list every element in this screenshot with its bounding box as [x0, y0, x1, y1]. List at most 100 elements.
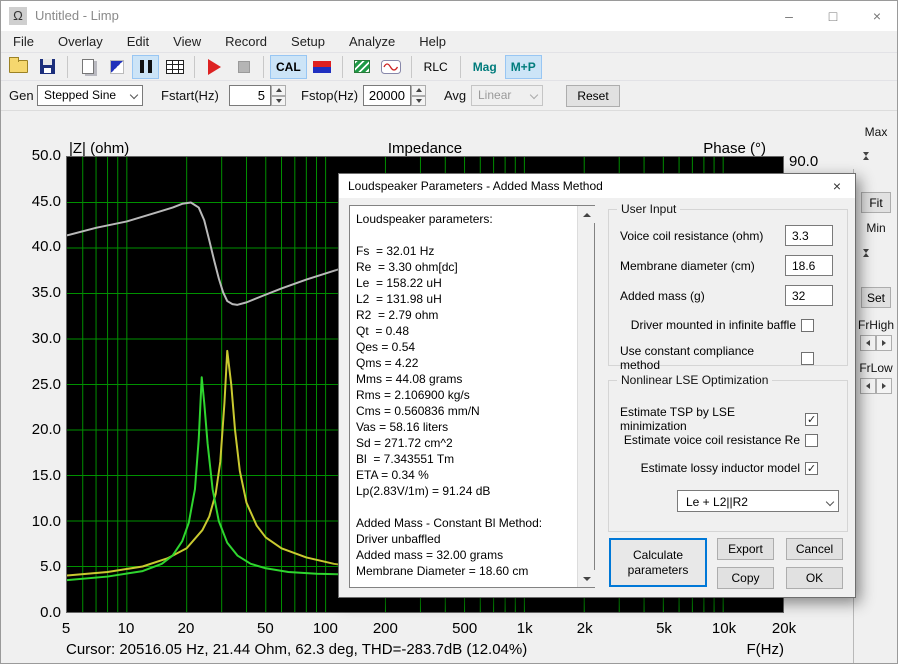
constant-compliance-checkbox[interactable] — [801, 352, 814, 365]
flag-icon — [313, 61, 331, 73]
mag-phase-button[interactable]: M+P — [505, 55, 542, 79]
cursor-status: Cursor: 20516.05 Hz, 21.44 Ohm, 62.3 deg… — [66, 641, 527, 658]
x-tick-label: 500 — [452, 620, 477, 637]
toolbar-separator — [67, 56, 68, 78]
main-toolbar: CAL RLC Mag M+P — [1, 53, 898, 81]
lossy-inductor-checkbox[interactable]: ✓ — [805, 462, 818, 475]
estimate-re-row: Estimate voice coil resistance Re — [620, 433, 818, 447]
membrane-diameter-input[interactable]: 18.6 — [785, 255, 833, 276]
infinite-baffle-label: Driver mounted in infinite baffle — [631, 318, 796, 332]
play-record-button[interactable] — [201, 55, 228, 79]
frlow-stepper[interactable] — [860, 378, 892, 394]
window-title: Untitled - Limp — [35, 8, 119, 23]
listbox-scrollbar[interactable] — [577, 206, 594, 587]
open-file-button[interactable] — [5, 55, 32, 79]
menu-edit[interactable]: Edit — [115, 31, 161, 53]
infinite-baffle-checkbox[interactable] — [801, 319, 814, 332]
close-icon[interactable]: × — [855, 1, 898, 31]
scroll-down-icon[interactable] — [578, 570, 595, 587]
pen-overlay-button[interactable] — [103, 55, 130, 79]
save-button[interactable] — [34, 55, 61, 79]
sine-gen-button[interactable] — [378, 55, 405, 79]
constant-compliance-label: Use constant compliance method — [620, 344, 796, 372]
rlc-button[interactable]: RLC — [418, 55, 454, 79]
noise-gen-button[interactable] — [349, 55, 376, 79]
stripes-icon — [354, 60, 370, 73]
left-axis-title: |Z| (ohm) — [69, 140, 129, 157]
maximize-icon[interactable]: □ — [811, 1, 855, 31]
y-tick-label: 10.0 — [17, 513, 61, 531]
added-mass-input[interactable]: 32 — [785, 285, 833, 306]
loudspeaker-parameters-dialog: Loudspeaker Parameters - Added Mass Meth… — [338, 173, 856, 598]
x-tick-label: 1k — [517, 620, 533, 637]
chevron-down-icon — [826, 498, 834, 506]
copy-button[interactable] — [74, 55, 101, 79]
frlow-label: FrLow — [853, 361, 898, 375]
estimate-tsp-checkbox[interactable]: ✓ — [805, 413, 818, 426]
menu-setup[interactable]: Setup — [279, 31, 337, 53]
menu-overlay[interactable]: Overlay — [46, 31, 115, 53]
scroll-up-icon[interactable] — [578, 206, 595, 223]
added-mass-label: Added mass (g) — [620, 289, 705, 303]
table-view-button[interactable] — [161, 55, 188, 79]
copy-button-dialog[interactable]: Copy — [717, 567, 774, 589]
y-tick-label: 15.0 — [17, 467, 61, 485]
x-tick-label: 10k — [712, 620, 736, 637]
right-axis-top-tick: 90.0 — [789, 153, 818, 170]
cal-button[interactable]: CAL — [270, 55, 307, 79]
membrane-diameter-label: Membrane diameter (cm) — [620, 259, 755, 273]
fit-button[interactable]: Fit — [861, 192, 891, 213]
parameters-listbox[interactable]: Loudspeaker parameters: Fs = 32.01 Hz Re… — [349, 205, 595, 588]
inductor-model-select[interactable]: Le + L2||R2 — [677, 490, 839, 512]
pen-icon — [110, 60, 124, 74]
toolbar-separator — [194, 56, 195, 78]
fstart-stepper[interactable] — [271, 85, 286, 106]
y-tick-label: 0.0 — [17, 604, 61, 622]
voice-coil-resistance-input[interactable]: 3.3 — [785, 225, 833, 246]
set-button[interactable]: Set — [861, 287, 891, 308]
fstop-input[interactable]: 20000 — [363, 85, 411, 106]
gen-select[interactable]: Stepped Sine — [37, 85, 143, 106]
fstart-input[interactable]: 5 — [229, 85, 271, 106]
chart-title: Impedance — [388, 140, 462, 157]
app-icon: Ω — [9, 7, 27, 25]
x-tick-label: 20k — [772, 620, 796, 637]
cancel-button[interactable]: Cancel — [786, 538, 843, 560]
max-label: Max — [853, 125, 898, 139]
sine-wave-icon — [381, 60, 401, 74]
menu-analyze[interactable]: Analyze — [337, 31, 407, 53]
dialog-title-bar[interactable]: Loudspeaker Parameters - Added Mass Meth… — [339, 174, 855, 198]
max-stepper[interactable] — [863, 141, 888, 167]
reset-button[interactable]: Reset — [566, 85, 620, 107]
frhigh-stepper[interactable] — [860, 335, 892, 351]
scale-control-panel: Max Fit Min Set FrHigh FrLow — [853, 113, 898, 664]
estimate-re-checkbox[interactable] — [805, 434, 818, 447]
stop-icon — [238, 61, 250, 73]
pause-button[interactable] — [132, 55, 159, 79]
minimize-icon[interactable]: – — [767, 1, 811, 31]
min-stepper[interactable] — [863, 238, 888, 264]
stop-button[interactable] — [230, 55, 257, 79]
avg-label: Avg — [444, 88, 466, 103]
lossy-inductor-label: Estimate lossy inductor model — [641, 461, 800, 475]
mag-button[interactable]: Mag — [467, 55, 503, 79]
flag-button[interactable] — [309, 55, 336, 79]
x-tick-label: 200 — [373, 620, 398, 637]
calculate-parameters-button[interactable]: Calculate parameters — [609, 538, 707, 587]
menu-file[interactable]: File — [1, 31, 46, 53]
menu-view[interactable]: View — [161, 31, 213, 53]
dialog-close-icon[interactable]: × — [827, 177, 847, 195]
frhigh-label: FrHigh — [853, 318, 898, 332]
y-tick-label: 45.0 — [17, 193, 61, 211]
lossy-inductor-row: Estimate lossy inductor model ✓ — [620, 461, 818, 475]
menu-help[interactable]: Help — [407, 31, 458, 53]
menu-record[interactable]: Record — [213, 31, 279, 53]
y-tick-label: 5.0 — [17, 558, 61, 576]
export-button[interactable]: Export — [717, 538, 774, 560]
y-tick-label: 50.0 — [17, 147, 61, 165]
fstop-stepper[interactable] — [411, 85, 426, 106]
ok-button[interactable]: OK — [786, 567, 843, 589]
min-label: Min — [853, 221, 898, 235]
estimate-re-label: Estimate voice coil resistance Re — [624, 433, 800, 447]
dialog-body: Loudspeaker parameters: Fs = 32.01 Hz Re… — [339, 198, 855, 597]
